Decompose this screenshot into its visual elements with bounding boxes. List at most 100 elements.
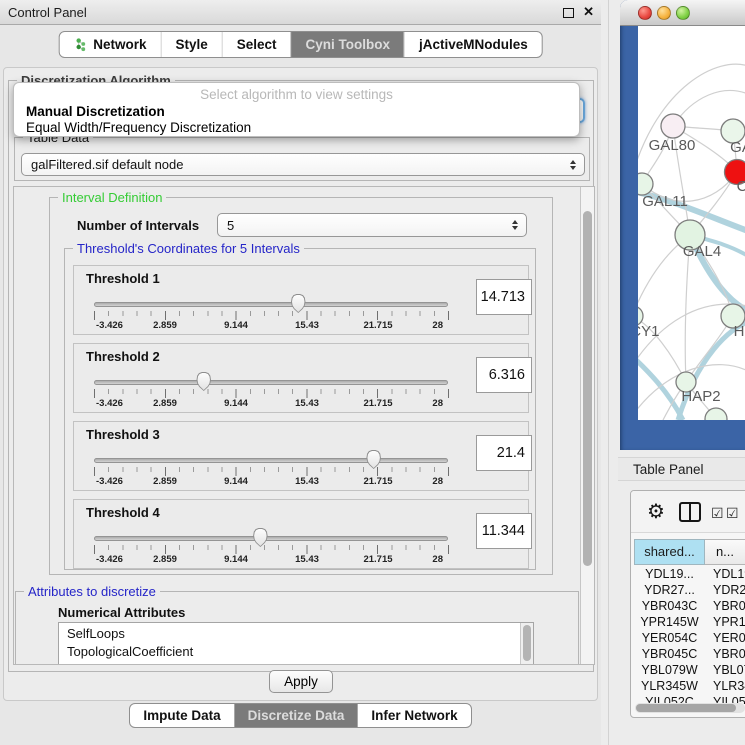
node-label: GA [730,139,745,156]
attributes-group-title: Attributes to discretize [24,584,160,599]
control-panel-content: Discretization Algorithm Select algorith… [0,64,601,745]
algorithm-dropdown-hint: Select algorithm to view settings [14,83,579,102]
attribute-items: SelfLoopsTopologicalCoefficientBetweenne… [59,623,533,665]
tick-label: 9.144 [224,398,248,409]
tick-label: 28 [432,320,443,331]
cell-name[interactable]: YBR04 [705,647,745,663]
slider-tick-marks [94,311,449,320]
attribute-item[interactable]: SelfLoops [67,625,533,643]
threshold-slider-track[interactable] [94,302,448,307]
top-tabbar: Network Style Select Cyni Toolbox jActiv… [0,26,601,64]
table-row[interactable]: YDL19...YDL19 [634,567,745,583]
threshold-label: Threshold 4 [86,505,160,520]
cell-name[interactable]: YDR27 [705,583,745,599]
cell-name[interactable]: YDL19 [705,567,745,583]
thresholds-group: Threshold's Coordinates for 5 Intervals … [64,248,536,570]
tick-label: 21.715 [363,398,392,409]
cell-shared-name[interactable]: YBR045C [634,647,705,663]
apply-button[interactable]: Apply [269,670,333,693]
cell-name[interactable]: YBR04 [705,599,745,615]
algorithm-option-equal-width[interactable]: Equal Width/Frequency Discretization [14,120,579,136]
tab-jactivemnodules[interactable]: jActiveMNodules [404,32,542,57]
network-node[interactable] [638,173,653,195]
number-of-intervals-value: 5 [227,218,234,233]
attribute-item[interactable]: BetweennessCentrality [67,661,533,665]
attributes-scrollbar[interactable] [520,623,533,665]
scrollbar-thumb[interactable] [636,704,736,712]
cell-shared-name[interactable]: YER054C [634,631,705,647]
gear-icon[interactable]: ⚙ [647,499,665,524]
table-row[interactable]: YER054CYER05 [634,631,745,647]
minimize-window-icon[interactable] [657,6,671,20]
threshold-slider-track[interactable] [94,536,448,541]
network-graph: GAL80GACGAL11GAL4GCY1HHAP2 [638,26,745,420]
algorithm-option-manual[interactable]: Manual Discretization [14,104,579,120]
tab-infer-network[interactable]: Infer Network [357,704,470,727]
numerical-attributes-label: Numerical Attributes [58,605,185,620]
threshold-value-field[interactable]: 6.316 [476,357,532,393]
cell-name[interactable]: YER05 [705,631,745,647]
cell-name[interactable]: YBL07 [705,663,745,679]
tick-label: 2.859 [153,554,177,565]
table-row[interactable]: YBL079WYBL07 [634,663,745,679]
threshold-value-field[interactable]: 14.713 [476,279,532,315]
cell-shared-name[interactable]: YPR145W [634,615,705,631]
checkbox-icon[interactable]: ☑ [726,505,739,522]
cell-shared-name[interactable]: YBL079W [634,663,705,679]
cell-shared-name[interactable]: YLR345W [634,679,705,695]
column-header-name[interactable]: n... [705,539,745,565]
attributes-group: Attributes to discretize Numerical Attri… [15,591,579,665]
tick-label: 28 [432,476,443,487]
column-header-shared-name[interactable]: shared... [634,539,705,565]
tab-network[interactable]: Network [59,32,160,57]
tick-label: 9.144 [224,320,248,331]
bottom-tabbar: Impute Data Discretize Data Infer Networ… [0,703,601,733]
table-row[interactable]: YLR345WYLR34 [634,679,745,695]
table-horizontal-scrollbar[interactable] [635,703,745,713]
network-node[interactable] [661,114,685,138]
tab-impute-data[interactable]: Impute Data [130,704,233,727]
cell-name[interactable]: YLR34 [705,679,745,695]
table-row[interactable]: YBR045CYBR04 [634,647,745,663]
threshold-slider-track[interactable] [94,380,448,385]
table-data-combobox[interactable]: galFiltered.sif default node [21,153,585,176]
threshold-value-field[interactable]: 11.344 [476,513,532,549]
table-row[interactable]: YPR145WYPR14 [634,615,745,631]
threshold-panel: Threshold 1 -3.4262.8599.14415.4321.7152… [73,265,529,335]
slider-tick-labels: -3.4262.8599.14415.4321.71528 [94,554,449,566]
tab-select[interactable]: Select [222,32,291,57]
tab-cyni-toolbox[interactable]: Cyni Toolbox [291,32,405,57]
control-panel-titlebar: Control Panel ✕ [0,0,601,25]
table-toolbar: ⚙ ☑ ☑ [631,491,745,533]
cell-shared-name[interactable]: YDR27... [634,583,705,599]
scrollbar-thumb[interactable] [523,625,531,661]
cell-name[interactable]: YPR14 [705,615,745,631]
tick-label: 2.859 [153,398,177,409]
zoom-window-icon[interactable] [676,6,690,20]
network-canvas[interactable]: GAL80GACGAL11GAL4GCY1HHAP2 [638,26,745,420]
control-panel-title: Control Panel [8,5,87,20]
cell-shared-name[interactable]: YBR043C [634,599,705,615]
threshold-slider-track[interactable] [94,458,448,463]
settings-scrollbar[interactable] [580,187,594,664]
tab-discretize-data[interactable]: Discretize Data [234,704,358,727]
combo-stepper-icon [570,160,576,170]
tab-style[interactable]: Style [160,32,221,57]
close-icon[interactable]: ✕ [583,4,594,20]
checkbox-icon[interactable]: ☑ [711,505,724,522]
scrollbar-thumb[interactable] [583,211,592,566]
close-window-icon[interactable] [638,6,652,20]
panel-divider [608,0,609,745]
table-row[interactable]: YDR27...YDR27 [634,583,745,599]
float-panel-icon[interactable] [563,8,574,18]
node-label: C [737,178,745,195]
table-row[interactable]: YBR043CYBR04 [634,599,745,615]
split-columns-icon[interactable] [679,502,701,522]
tick-label: 15.43 [295,398,319,409]
node-label: H [734,323,745,340]
threshold-value-field[interactable]: 21.4 [476,435,532,471]
attribute-item[interactable]: TopologicalCoefficient [67,643,533,661]
number-of-intervals-combobox[interactable]: 5 [217,213,527,237]
cell-shared-name[interactable]: YDL19... [634,567,705,583]
tick-label: 21.715 [363,554,392,565]
